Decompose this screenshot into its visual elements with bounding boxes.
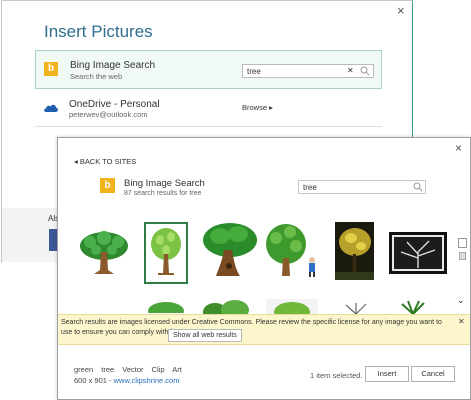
- tree-thumbnail[interactable]: [200, 222, 258, 280]
- onedrive-cloud-icon: [44, 104, 58, 112]
- bing-logo-icon: b: [100, 178, 115, 193]
- notice-text: Search results are images licensed under…: [61, 319, 442, 336]
- image-size: 600 x 901 -: [74, 376, 114, 385]
- back-to-sites-link[interactable]: ◂ BACK TO SITES: [74, 157, 136, 166]
- tree-thumbnail-selected[interactable]: [144, 222, 188, 284]
- search-value: tree: [303, 183, 317, 192]
- close-icon[interactable]: ✕: [458, 317, 465, 326]
- image-tags: green tree Vector Clip Art: [74, 365, 182, 374]
- bing-source-row[interactable]: b Bing Image Search Search the web tree …: [35, 50, 382, 89]
- browse-link[interactable]: Browse ▸: [242, 103, 273, 112]
- screen: × Insert Pictures b Bing Image Search Se…: [0, 0, 471, 400]
- search-icon[interactable]: [360, 66, 373, 77]
- dialog-title: Insert Pictures: [44, 22, 153, 41]
- source-link[interactable]: www.clipshrine.com: [114, 376, 180, 385]
- onedrive-account: peterwev@outlook.com: [69, 110, 148, 119]
- cancel-button[interactable]: Cancel: [411, 366, 455, 382]
- tree-thumbnail[interactable]: [398, 300, 428, 314]
- tree-photo-thumbnail[interactable]: [335, 222, 374, 280]
- tree-thumbnail[interactable]: [201, 300, 255, 314]
- scroll-down-icon[interactable]: ⌄: [457, 295, 465, 306]
- tree-thumbnail[interactable]: [78, 230, 130, 276]
- image-size-source: 600 x 901 - www.clipshrine.com: [74, 376, 179, 385]
- results-title: Bing Image Search: [124, 178, 205, 189]
- bing-search-value: tree: [247, 67, 261, 76]
- close-icon[interactable]: ×: [455, 141, 462, 155]
- divider: [35, 126, 382, 127]
- onedrive-source-name: OneDrive - Personal: [69, 99, 160, 110]
- bing-results-dialog: × ◂ BACK TO SITES b Bing Image Search 87…: [57, 137, 471, 400]
- search-input[interactable]: tree: [298, 180, 426, 194]
- clear-icon[interactable]: ✕: [347, 66, 354, 75]
- license-notice: Search results are images licensed under…: [58, 314, 470, 345]
- close-icon[interactable]: ×: [397, 3, 405, 18]
- search-icon[interactable]: [413, 182, 423, 194]
- tree-thumbnail[interactable]: [340, 303, 372, 314]
- scroll-up-button[interactable]: [458, 238, 467, 248]
- insert-button[interactable]: Insert: [365, 366, 409, 382]
- bing-source-name: Bing Image Search: [70, 60, 156, 71]
- show-all-web-results-button[interactable]: Show all web results: [168, 329, 242, 342]
- tree-thumbnail[interactable]: [266, 299, 318, 314]
- tree-thumbnail[interactable]: [145, 301, 187, 313]
- bing-source-sub: Search the web: [70, 72, 123, 81]
- bing-search-input[interactable]: tree ✕: [242, 64, 374, 78]
- bing-logo-icon: b: [44, 62, 58, 76]
- results-count: 87 search results for tree: [124, 190, 202, 197]
- scrollbar-thumb[interactable]: [459, 252, 466, 260]
- tree-thumbnail[interactable]: [264, 222, 320, 280]
- selected-count: 1 item selected.: [310, 371, 363, 380]
- tree-photo-thumbnail[interactable]: [389, 232, 447, 274]
